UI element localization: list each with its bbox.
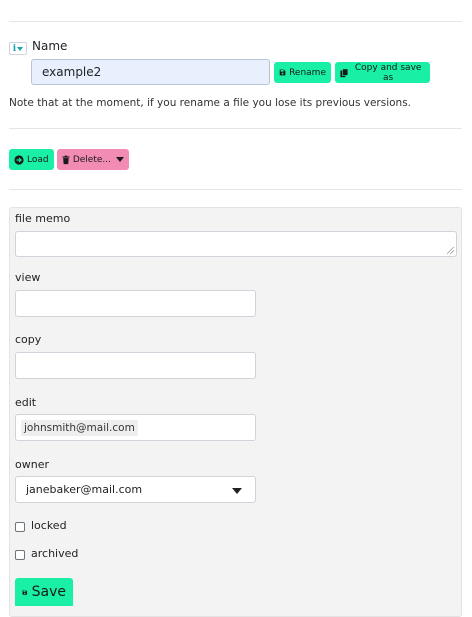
archived-label: archived: [31, 547, 79, 560]
resize-handle-icon[interactable]: [447, 247, 454, 254]
owner-select-value: janebaker@mail.com: [26, 483, 143, 496]
rename-label: Rename: [289, 67, 326, 78]
rename-button[interactable]: Rename: [274, 62, 331, 83]
divider-bottom: [9, 189, 462, 190]
view-label: view: [15, 271, 41, 284]
info-icon: i: [12, 43, 17, 54]
caret-down-icon: [116, 157, 124, 162]
view-input[interactable]: [15, 290, 256, 317]
owner-label: owner: [15, 458, 49, 471]
save-label: Save: [31, 584, 66, 600]
caret-down-icon: [232, 488, 242, 494]
edit-label: edit: [15, 396, 37, 409]
locked-label: locked: [31, 519, 67, 532]
load-label: Load: [27, 154, 49, 165]
save-icon: [279, 69, 286, 76]
save-button[interactable]: Save: [15, 578, 73, 606]
delete-dropdown-button[interactable]: Delete...: [57, 149, 129, 170]
save-icon: [22, 589, 28, 595]
divider-middle: [9, 128, 462, 129]
copy-input[interactable]: [15, 352, 256, 379]
delete-label: Delete...: [72, 154, 111, 165]
locked-checkbox[interactable]: [15, 522, 25, 532]
divider-top: [9, 21, 462, 22]
trash-icon: [62, 155, 70, 164]
copy-label: copy: [15, 333, 42, 346]
copy-icon: [340, 68, 349, 77]
file-memo-label: file memo: [15, 212, 71, 225]
info-dropdown-button[interactable]: i: [9, 42, 27, 55]
chevron-down-icon: [17, 46, 24, 51]
file-memo-textarea[interactable]: [15, 231, 457, 257]
edit-user-chip[interactable]: johnsmith@mail.com: [21, 420, 138, 436]
load-button[interactable]: Load: [9, 149, 54, 170]
name-label: Name: [32, 39, 68, 53]
archived-checkbox[interactable]: [15, 550, 25, 560]
arrow-circle-right-icon: [14, 154, 24, 165]
rename-note: Note that at the moment, if you rename a…: [9, 97, 412, 109]
name-input[interactable]: [31, 59, 270, 85]
copy-and-save-as-label: Copy and save as: [354, 62, 422, 83]
copy-and-save-as-button[interactable]: Copy and save as: [335, 62, 430, 83]
owner-select[interactable]: janebaker@mail.com: [15, 476, 256, 503]
edit-input[interactable]: johnsmith@mail.com: [15, 414, 256, 441]
